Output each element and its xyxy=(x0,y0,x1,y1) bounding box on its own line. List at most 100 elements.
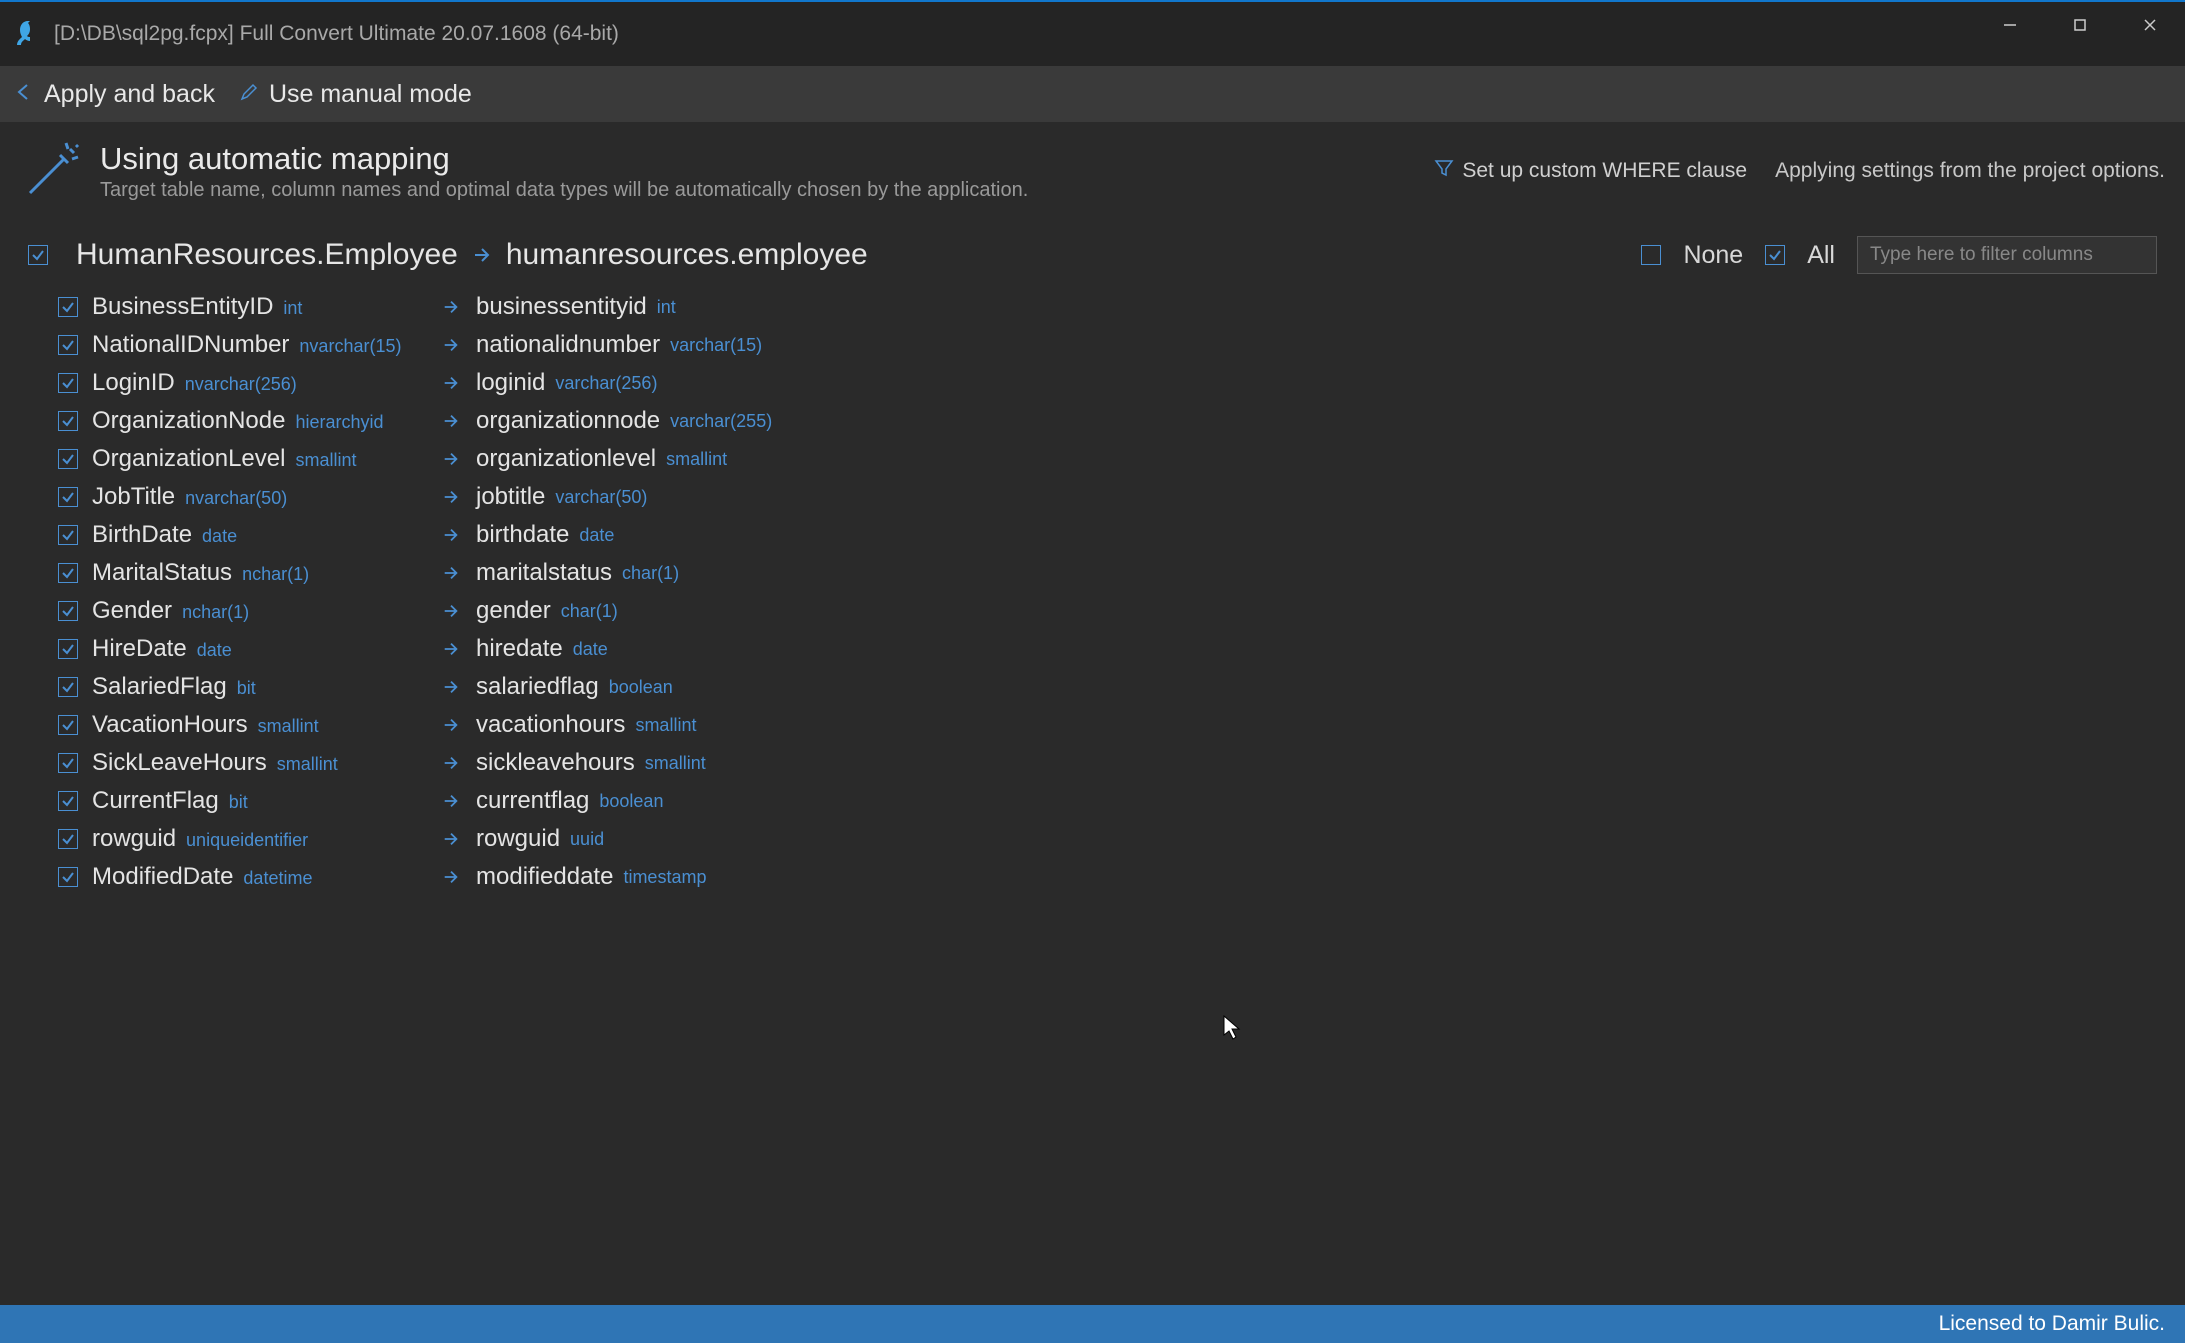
column-row: OrganizationLevelsmallintorganizationlev… xyxy=(58,440,2165,478)
target-column-type: char(1) xyxy=(561,601,618,622)
source-column-name: HireDate xyxy=(92,635,187,663)
target-column-type: boolean xyxy=(609,677,673,698)
where-clause-link[interactable]: Set up custom WHERE clause xyxy=(1434,158,1747,184)
table-mapping-row: HumanResources.Employee humanresources.e… xyxy=(0,220,2185,282)
select-none-button[interactable]: None xyxy=(1641,241,1743,270)
source-column-type: hierarchyid xyxy=(295,412,383,433)
all-label: All xyxy=(1807,241,1835,270)
target-column-type: uuid xyxy=(570,829,604,850)
source-column-type: date xyxy=(202,526,237,547)
checkbox-empty-icon xyxy=(1641,245,1661,265)
source-column-type: nvarchar(256) xyxy=(185,374,297,395)
column-checkbox[interactable] xyxy=(58,601,78,621)
target-column-name: birthdate xyxy=(476,521,569,549)
arrow-right-icon xyxy=(432,602,476,620)
arrow-right-icon xyxy=(432,374,476,392)
target-column-name: vacationhours xyxy=(476,711,625,739)
arrow-right-icon xyxy=(432,488,476,506)
column-row: ModifiedDatedatetimemodifieddatetimestam… xyxy=(58,858,2165,896)
arrow-right-icon xyxy=(432,868,476,886)
source-column-name: rowguid xyxy=(92,825,176,853)
source-column-type: nchar(1) xyxy=(242,564,309,585)
column-row: rowguiduniqueidentifierrowguiduuid xyxy=(58,820,2165,858)
column-row: SalariedFlagbitsalariedflagboolean xyxy=(58,668,2165,706)
column-row: Gendernchar(1)genderchar(1) xyxy=(58,592,2165,630)
target-column-type: varchar(15) xyxy=(670,335,762,356)
column-checkbox[interactable] xyxy=(58,791,78,811)
source-column-type: bit xyxy=(237,678,256,699)
column-row: BirthDatedatebirthdatedate xyxy=(58,516,2165,554)
column-row: LoginIDnvarchar(256)loginidvarchar(256) xyxy=(58,364,2165,402)
checkbox-checked-icon xyxy=(1765,245,1785,265)
column-row: HireDatedatehiredatedate xyxy=(58,630,2165,668)
source-column-type: datetime xyxy=(243,868,312,889)
column-checkbox[interactable] xyxy=(58,449,78,469)
column-checkbox[interactable] xyxy=(58,411,78,431)
source-column-name: ModifiedDate xyxy=(92,863,233,891)
source-table-name: HumanResources.Employee xyxy=(76,238,458,272)
column-row: SickLeaveHourssmallintsickleavehourssmal… xyxy=(58,744,2165,782)
column-checkbox[interactable] xyxy=(58,563,78,583)
close-button[interactable] xyxy=(2115,2,2185,48)
column-checkbox[interactable] xyxy=(58,677,78,697)
column-checkbox[interactable] xyxy=(58,867,78,887)
source-column-type: bit xyxy=(229,792,248,813)
header-section: Using automatic mapping Target table nam… xyxy=(0,122,2185,220)
column-checkbox[interactable] xyxy=(58,335,78,355)
maximize-button[interactable] xyxy=(2045,2,2115,48)
use-manual-mode-button[interactable]: Use manual mode xyxy=(239,80,472,109)
target-column-name: salariedflag xyxy=(476,673,599,701)
target-column-type: varchar(50) xyxy=(555,487,647,508)
column-checkbox[interactable] xyxy=(58,525,78,545)
manual-mode-label: Use manual mode xyxy=(269,80,472,109)
arrow-right-icon xyxy=(432,640,476,658)
arrow-right-icon xyxy=(432,412,476,430)
target-column-type: smallint xyxy=(635,715,696,736)
arrow-right-icon xyxy=(432,716,476,734)
target-column-name: jobtitle xyxy=(476,483,545,511)
minimize-button[interactable] xyxy=(1975,2,2045,48)
column-row: VacationHourssmallintvacationhourssmalli… xyxy=(58,706,2165,744)
target-column-name: sickleavehours xyxy=(476,749,635,777)
column-checkbox[interactable] xyxy=(58,373,78,393)
target-column-type: char(1) xyxy=(622,563,679,584)
arrow-right-icon xyxy=(432,792,476,810)
filter-icon xyxy=(1434,158,1454,184)
source-column-name: LoginID xyxy=(92,369,175,397)
column-checkbox[interactable] xyxy=(58,487,78,507)
source-column-type: smallint xyxy=(258,716,319,737)
arrow-right-icon xyxy=(432,564,476,582)
select-all-button[interactable]: All xyxy=(1765,241,1835,270)
back-arrow-icon xyxy=(14,80,34,109)
target-column-type: int xyxy=(657,297,676,318)
source-column-name: BusinessEntityID xyxy=(92,293,273,321)
column-checkbox[interactable] xyxy=(58,715,78,735)
target-column-name: gender xyxy=(476,597,551,625)
target-column-name: rowguid xyxy=(476,825,560,853)
target-column-type: date xyxy=(579,525,614,546)
column-row: JobTitlenvarchar(50)jobtitlevarchar(50) xyxy=(58,478,2165,516)
source-column-name: MaritalStatus xyxy=(92,559,232,587)
source-column-name: NationalIDNumber xyxy=(92,331,289,359)
apply-back-label: Apply and back xyxy=(44,80,215,109)
apply-and-back-button[interactable]: Apply and back xyxy=(14,80,215,109)
filter-columns-input[interactable] xyxy=(1857,236,2157,274)
column-checkbox[interactable] xyxy=(58,297,78,317)
window-controls xyxy=(1975,2,2185,66)
table-checkbox[interactable] xyxy=(28,245,48,265)
where-clause-label: Set up custom WHERE clause xyxy=(1462,159,1747,183)
app-icon xyxy=(8,18,40,50)
column-checkbox[interactable] xyxy=(58,639,78,659)
column-row: MaritalStatusnchar(1)maritalstatuschar(1… xyxy=(58,554,2165,592)
arrow-right-icon xyxy=(432,754,476,772)
title-bar: [D:\DB\sql2pg.fcpx] Full Convert Ultimat… xyxy=(0,2,2185,66)
columns-list: BusinessEntityIDintbusinessentityidintNa… xyxy=(0,282,2185,1305)
target-column-name: currentflag xyxy=(476,787,589,815)
source-column-name: SickLeaveHours xyxy=(92,749,267,777)
column-checkbox[interactable] xyxy=(58,829,78,849)
applying-settings-text: Applying settings from the project optio… xyxy=(1775,159,2165,183)
column-row: CurrentFlagbitcurrentflagboolean xyxy=(58,782,2165,820)
column-checkbox[interactable] xyxy=(58,753,78,773)
source-column-type: nvarchar(15) xyxy=(299,336,401,357)
page-subtitle: Target table name, column names and opti… xyxy=(100,179,1028,202)
